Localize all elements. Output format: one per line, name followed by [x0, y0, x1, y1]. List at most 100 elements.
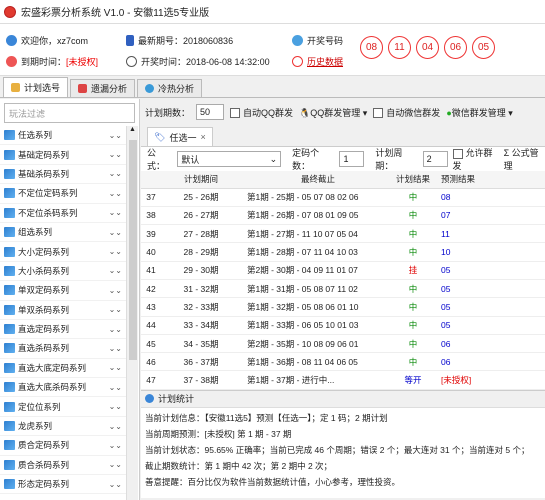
row-last: 第1期 - 27期 - 11 10 07 05 04 [241, 224, 389, 244]
table-row[interactable]: 42 31 - 32期 第1期 - 31期 - 05 08 07 11 02 中 05 [141, 279, 545, 299]
sidebar-item[interactable]: 大小杀码系列 ⌄⌄ [0, 262, 126, 282]
table-row[interactable]: 44 33 - 34期 第1期 - 33期 - 06 05 10 01 03 中 05 [141, 316, 545, 335]
table-row[interactable]: 47 37 - 38期 第1期 - 37期 - 进行中... 等开 [未授权] [141, 370, 545, 390]
sidebar-item[interactable]: 形态定码系列 ⌄⌄ [0, 475, 126, 495]
doc-tab-renxuan1[interactable]: 🏷 任选一 × [147, 127, 213, 146]
col-result[interactable]: 计划结果 [389, 171, 437, 189]
chevron-down-icon[interactable]: ⌄⌄ [109, 169, 122, 178]
sidebar-scrollbar[interactable]: ▲ [126, 126, 138, 500]
chevron-down-icon[interactable]: ⌄⌄ [109, 305, 122, 314]
sidebar-item[interactable]: 基础定码系列 ⌄⌄ [0, 145, 126, 165]
sidebar-item-label: 大小杀码系列 [18, 265, 70, 276]
draw-ball: 08 [360, 36, 383, 59]
row-result: 中 [389, 316, 437, 335]
sidebar-item[interactable]: 不定位定码系列 ⌄⌄ [0, 184, 126, 204]
row-result: 等开 [389, 370, 437, 390]
tab-hotcold-label: 冷热分析 [158, 84, 195, 94]
sidebar-item[interactable]: 单双定码系列 ⌄⌄ [0, 281, 126, 301]
sidebar-item[interactable]: 任选系列 ⌄⌄ [0, 126, 126, 146]
row-no: 43 [141, 297, 161, 317]
stats-line-cycle: 当前周期预测：[未授权] 第 1 期 - 37 期 [145, 428, 292, 439]
chevron-down-icon[interactable]: ⌄⌄ [109, 460, 122, 469]
sidebar-item[interactable]: 单双杀码系列 ⌄⌄ [0, 301, 126, 320]
play-icon [4, 207, 15, 218]
chevron-down-icon[interactable]: ⌄⌄ [109, 150, 122, 159]
row-no: 46 [141, 352, 161, 372]
play-icon [4, 343, 15, 354]
sidebar-item[interactable]: 组选系列 ⌄⌄ [0, 223, 126, 243]
tab-missing[interactable]: 遗漏分析 [70, 79, 136, 97]
sidebar-item[interactable]: 大小定码系列 ⌄⌄ [0, 242, 126, 262]
table-row[interactable]: 37 25 - 26期 第1期 - 25期 - 05 07 08 02 06 中 08 [141, 188, 545, 207]
sidebar-item[interactable]: 龙虎系列 ⌄⌄ [0, 417, 126, 437]
chevron-down-icon[interactable]: ⌄⌄ [109, 344, 122, 353]
filter-input[interactable]: 玩法过滤 [4, 103, 135, 123]
chevron-down-icon[interactable]: ⌄⌄ [109, 325, 122, 334]
digits-input[interactable]: 1 [339, 151, 365, 167]
sidebar-item[interactable]: 直选大底杀码系列 ⌄⌄ [0, 378, 126, 398]
scroll-thumb[interactable] [129, 140, 137, 360]
sidebar-item[interactable]: 不定位杀码系列 ⌄⌄ [0, 204, 126, 223]
table-row[interactable]: 40 28 - 29期 第1期 - 28期 - 07 11 04 10 03 中 10 [141, 242, 545, 262]
scroll-up-icon[interactable]: ▲ [127, 126, 138, 138]
tab-hotcold[interactable]: 冷热分析 [137, 79, 203, 97]
chevron-down-icon[interactable]: ⌄⌄ [109, 402, 122, 411]
close-icon[interactable]: × [200, 132, 205, 142]
sidebar-item-label: 质合杀码系列 [18, 459, 70, 470]
table-row[interactable]: 45 34 - 35期 第2期 - 35期 - 10 08 09 06 01 中 06 [141, 334, 545, 354]
tab-plan[interactable]: 计划选号 [3, 77, 69, 97]
chevron-down-icon[interactable]: ⌄⌄ [109, 228, 122, 237]
chevron-down-icon[interactable]: ⌄⌄ [109, 363, 122, 372]
col-pred[interactable]: 预测结果 [437, 171, 545, 189]
auto-wechat-checkbox[interactable]: 自动微信群发 [373, 106, 440, 119]
sidebar: 玩法过滤 任选系列 ⌄⌄ 基础定码系列 ⌄⌄ 基础杀码系列 ⌄⌄ 不定位定码系列 ⌄⌄ 不定位杀… [0, 99, 140, 500]
sidebar-item[interactable]: 直选定码系列 ⌄⌄ [0, 320, 126, 340]
chevron-down-icon[interactable]: ⌄⌄ [109, 266, 122, 275]
stats-header: 计划统计 [141, 389, 545, 408]
sidebar-item[interactable]: 质合定码系列 ⌄⌄ [0, 436, 126, 456]
col-period[interactable]: 计划期间 [161, 171, 241, 189]
chevron-down-icon[interactable]: ⌄⌄ [109, 286, 122, 295]
period-input[interactable]: 2 [422, 151, 448, 167]
formula-manage-button[interactable]: Σ 公式管理 [504, 146, 545, 172]
tag-icon: 🏷 [154, 131, 166, 142]
auto-wechat-label: 自动微信群发 [386, 107, 441, 118]
chevron-down-icon[interactable]: ⌄⌄ [109, 383, 122, 392]
col-last[interactable]: 最终截止 [241, 171, 389, 189]
row-last: 第1期 - 37期 - 进行中... [241, 370, 389, 390]
history-link[interactable]: 历史数据 [292, 55, 343, 68]
chevron-down-icon[interactable]: ⌄⌄ [109, 441, 122, 450]
chevron-down-icon[interactable]: ⌄⌄ [109, 131, 122, 140]
chevron-down-icon[interactable]: ⌄⌄ [109, 247, 122, 256]
table-row[interactable]: 46 36 - 37期 第1期 - 36期 - 08 11 04 06 05 中 06 [141, 352, 545, 372]
wechat-manage-button[interactable]: ●微信群发管理 ▾ [446, 106, 512, 119]
sidebar-item[interactable]: 直选杀码系列 ⌄⌄ [0, 339, 126, 359]
plan-count-input[interactable]: 50 [196, 104, 225, 120]
table-row[interactable]: 39 27 - 28期 第1期 - 27期 - 11 10 07 05 04 中 11 [141, 224, 545, 244]
sidebar-item[interactable]: 质合杀码系列 ⌄⌄ [0, 456, 126, 476]
table-row[interactable]: 41 29 - 30期 第2期 - 30期 - 04 09 11 01 07 挂 05 [141, 261, 545, 280]
info-icon [145, 394, 154, 404]
table-row[interactable]: 38 26 - 27期 第1期 - 26期 - 07 08 01 09 05 中 07 [141, 206, 545, 226]
draw-ball: 11 [388, 36, 411, 59]
auto-qq-checkbox[interactable]: 自动QQ群发 [230, 106, 293, 119]
row-result: 中 [389, 242, 437, 262]
formula-select[interactable]: 默认 ⌄ [177, 151, 282, 167]
qq-manage-button[interactable]: 🐧QQ群发管理 ▾ [299, 106, 367, 119]
chevron-down-icon[interactable]: ⌄⌄ [109, 422, 122, 431]
sidebar-item[interactable]: 定位位系列 ⌄⌄ [0, 397, 126, 417]
draw-ball: 05 [472, 36, 495, 59]
row-pred: 11 [437, 224, 545, 244]
chevron-down-icon[interactable]: ⌄⌄ [109, 480, 122, 489]
welcome: 欢迎你， xz7com [6, 34, 88, 47]
sidebar-item[interactable]: 基础杀码系列 ⌄⌄ [0, 165, 126, 185]
sidebar-item[interactable]: 直选大底定码系列 ⌄⌄ [0, 359, 126, 379]
stats-line-reminder: 善意提醒：百分比仅为软件当前数据统计值，小心参考，理性投资。 [145, 476, 401, 487]
chevron-down-icon[interactable]: ⌄⌄ [109, 208, 122, 217]
allow-group-checkbox[interactable]: 允许群发 [452, 146, 499, 172]
table-row[interactable]: 43 32 - 33期 第1期 - 32期 - 05 08 06 01 10 中 05 [141, 297, 545, 317]
sidebar-list: 任选系列 ⌄⌄ 基础定码系列 ⌄⌄ 基础杀码系列 ⌄⌄ 不定位定码系列 ⌄⌄ 不定位杀码系列 ⌄⌄… [0, 126, 126, 495]
sidebar-item-label: 单双定码系列 [18, 285, 70, 296]
chevron-down-icon[interactable]: ⌄⌄ [109, 189, 122, 198]
history-label[interactable]: 历史数据 [307, 55, 343, 68]
